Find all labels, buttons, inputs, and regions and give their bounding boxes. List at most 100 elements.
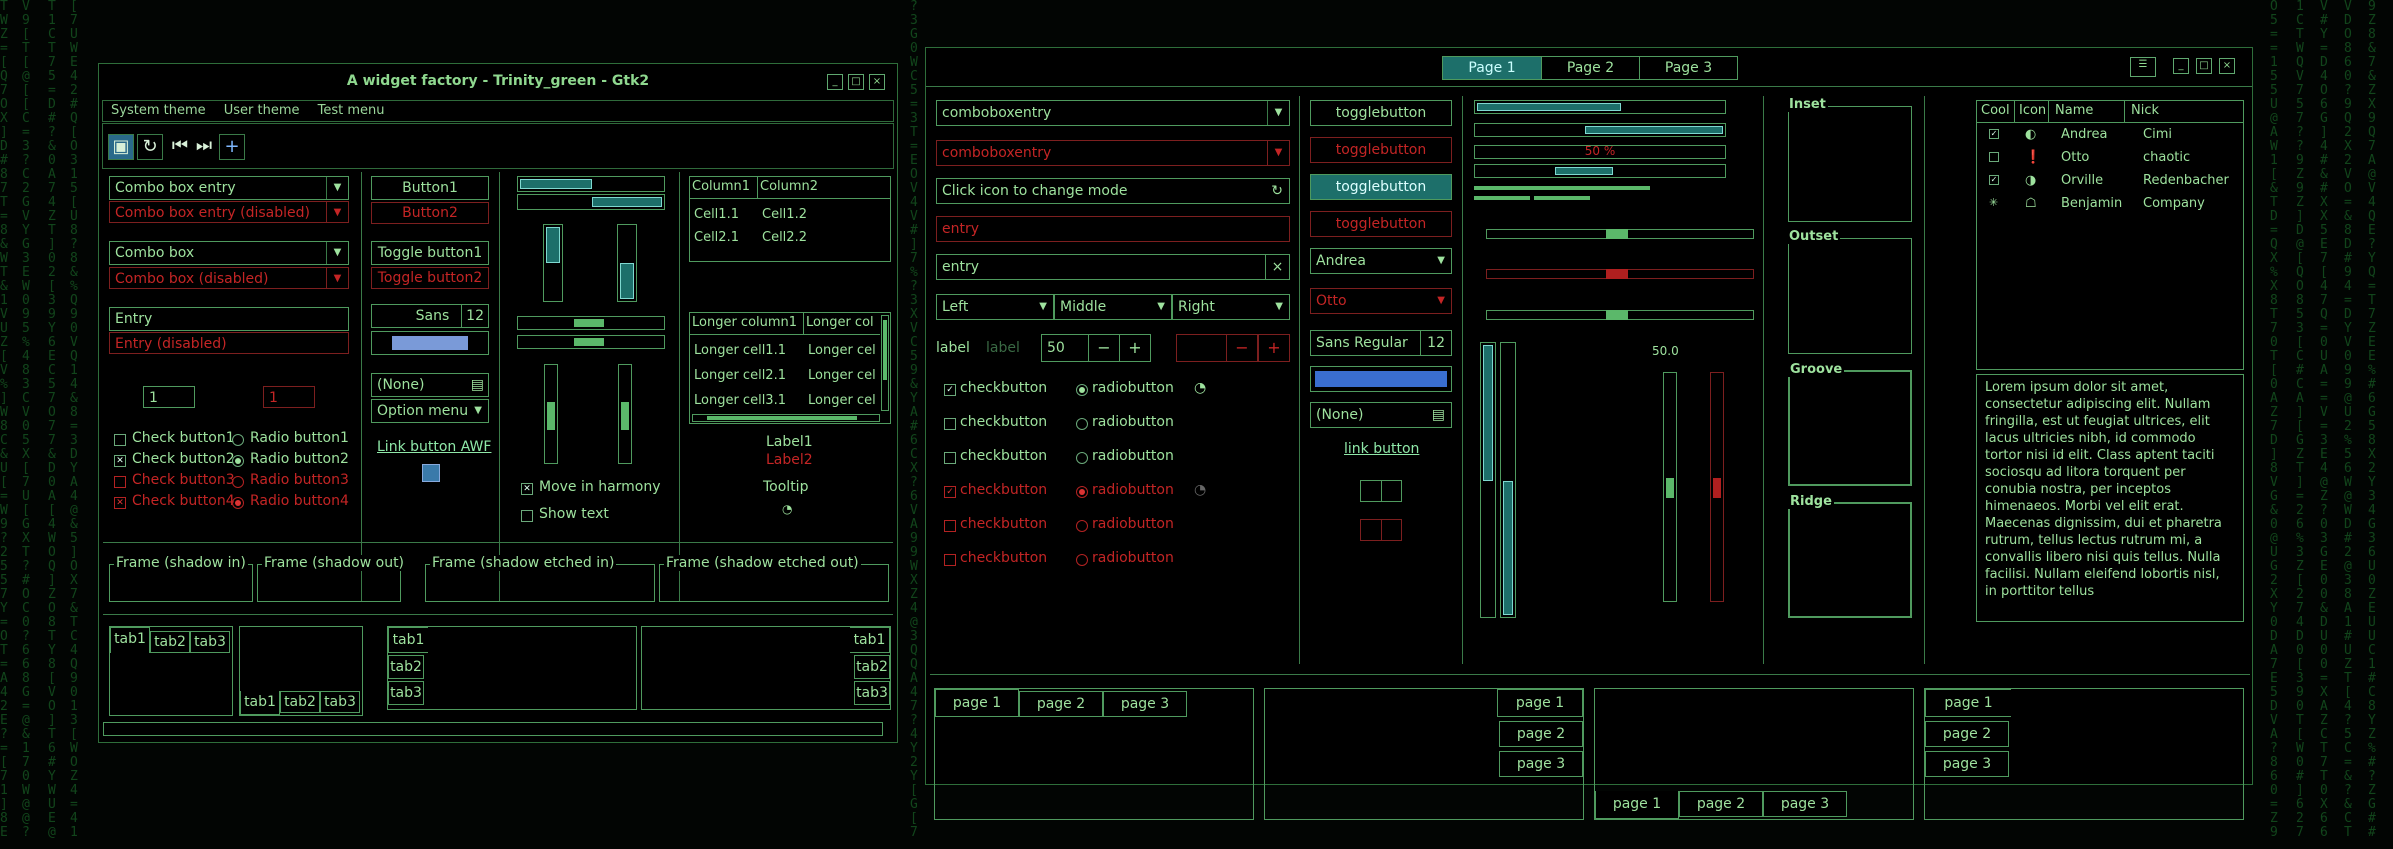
tab-page-2[interactable]: Page 2 — [1541, 57, 1639, 79]
minimize-button[interactable]: _ — [827, 74, 843, 90]
menu-user-theme[interactable]: User theme — [224, 103, 300, 118]
table-cell[interactable]: Longer cell3.1 — [694, 393, 786, 408]
maximize-button[interactable]: □ — [2196, 58, 2212, 74]
notebook-tab-page3[interactable]: page 3 — [1925, 751, 2009, 777]
chevron-down-icon[interactable]: ▼ — [326, 177, 348, 199]
check-button2-box[interactable]: ✕ — [114, 455, 126, 467]
file-chooser-button[interactable]: (None) ▤ — [1310, 402, 1452, 428]
notebook-tab-page1[interactable]: page 1 — [1595, 791, 1679, 819]
table-cell[interactable]: Longer cel — [808, 343, 878, 358]
table-cell[interactable]: Cell2.2 — [762, 230, 807, 245]
tab1[interactable]: tab1 — [240, 691, 280, 715]
align-middle-combo[interactable]: Middle ▼ — [1054, 294, 1172, 320]
notebook-tab-page3[interactable]: page 3 — [1103, 691, 1187, 717]
tab3[interactable]: tab3 — [854, 681, 890, 705]
tab3[interactable]: tab3 — [388, 681, 424, 705]
tree-header-nick[interactable]: Nick — [2125, 101, 2243, 123]
notebook-tab-page1[interactable]: page 1 — [1925, 689, 2011, 717]
chevron-down-icon[interactable]: ▼ — [326, 242, 348, 264]
clear-icon[interactable]: × — [1265, 255, 1289, 279]
radiobutton-selected[interactable] — [1076, 384, 1088, 396]
tab2[interactable]: tab2 — [280, 691, 320, 713]
check-button1-box[interactable] — [114, 434, 126, 446]
tree-row-nick[interactable]: Redenbacher — [2143, 173, 2229, 188]
col2-header[interactable]: Longer col — [804, 313, 880, 335]
text-view[interactable]: Lorem ipsum dolor sit amet, consectetur … — [1976, 374, 2244, 622]
tab-page-1[interactable]: Page 1 — [1443, 57, 1541, 79]
tree-header-name[interactable]: Name — [2049, 101, 2125, 123]
radio-button1[interactable] — [232, 434, 244, 446]
menu-icon[interactable]: ☰ — [2130, 57, 2156, 77]
notebook-tab-page1[interactable]: page 1 — [1497, 689, 1583, 717]
tab2[interactable]: tab2 — [854, 655, 890, 679]
horizontal-scale-top[interactable] — [517, 176, 665, 192]
tree-row-check[interactable]: ✓ — [1989, 129, 1999, 139]
link-button-awf[interactable]: Link button AWF — [377, 439, 491, 455]
notebook-tab-page2[interactable]: page 2 — [1925, 721, 2009, 747]
tree-row-nick[interactable]: Cimi — [2143, 127, 2172, 142]
table-cell[interactable]: Cell2.1 — [694, 230, 739, 245]
tab1[interactable]: tab1 — [850, 627, 890, 653]
tab2[interactable]: tab2 — [150, 631, 190, 653]
hscrollbar-top[interactable] — [517, 316, 665, 330]
tab2[interactable]: tab2 — [388, 655, 424, 679]
tab3[interactable]: tab3 — [320, 691, 360, 713]
menu-test[interactable]: Test menu — [318, 103, 385, 118]
first-icon[interactable]: ⏮ — [167, 134, 193, 160]
checkbutton-unchecked[interactable] — [944, 418, 956, 430]
vscrollbar-left[interactable] — [544, 364, 558, 464]
tooltip-label[interactable]: Tooltip — [763, 479, 808, 495]
refresh-icon[interactable]: ↻ — [137, 134, 163, 160]
tree-header-icon[interactable]: Icon — [2015, 101, 2049, 123]
menu-system-theme[interactable]: System theme — [111, 103, 206, 118]
combo-andrea[interactable]: Andrea ▼ — [1310, 248, 1452, 274]
refresh-icon[interactable]: ↻ — [1271, 179, 1283, 203]
scale-slider-marks[interactable] — [1606, 310, 1628, 320]
notebook-tab-page2[interactable]: page 2 — [1499, 721, 1583, 747]
tab1[interactable]: tab1 — [110, 627, 150, 653]
notebook-tab-page1[interactable]: page 1 — [935, 689, 1019, 717]
col1-header[interactable]: Column1 — [690, 177, 758, 199]
table-cell[interactable]: Longer cel — [808, 368, 878, 383]
align-right-combo[interactable]: Right ▼ — [1172, 294, 1290, 320]
notebook-tab-page3[interactable]: page 3 — [1499, 751, 1583, 777]
notebook-tab-page3[interactable]: page 3 — [1763, 791, 1847, 817]
file-chooser-button[interactable]: (None) ▤ — [371, 373, 489, 397]
combo-box-entry[interactable]: Combo box entry ▼ — [109, 176, 349, 200]
tree-row-name[interactable]: Andrea — [2061, 127, 2107, 142]
close-button[interactable]: × — [2219, 58, 2235, 74]
entry-field[interactable]: Entry — [109, 307, 349, 331]
close-button[interactable]: × — [869, 74, 885, 90]
col1-header[interactable]: Longer column1 — [690, 313, 804, 335]
notebook-tab-page2[interactable]: page 2 — [1019, 691, 1103, 717]
table-cell[interactable]: Longer cell2.1 — [694, 368, 786, 383]
table-cell[interactable]: Longer cell1.1 — [694, 343, 786, 358]
link-button[interactable]: link button — [1344, 441, 1419, 457]
scale-slider[interactable] — [1606, 229, 1628, 239]
vertical-scrollbar[interactable] — [881, 315, 889, 411]
togglebutton[interactable]: togglebutton — [1310, 100, 1452, 126]
togglebutton-active[interactable]: togglebutton — [1310, 174, 1452, 200]
toggle-button1[interactable]: Toggle button1 — [371, 241, 489, 265]
combo-box[interactable]: Combo box ▼ — [109, 241, 349, 265]
font-button[interactable]: Sans Regular 12 — [1310, 330, 1452, 356]
checkbutton-inconsistent[interactable] — [944, 452, 956, 464]
horizontal-scrollbar[interactable] — [692, 414, 880, 422]
save-icon[interactable]: ▣ — [108, 134, 134, 160]
button1[interactable]: Button1 — [371, 176, 489, 200]
tree-row-nick[interactable]: Company — [2143, 196, 2205, 211]
chevron-down-icon[interactable]: ▼ — [1267, 101, 1289, 125]
hscrollbar-bottom[interactable] — [517, 335, 665, 349]
col2-header[interactable]: Column2 — [758, 177, 890, 199]
vscrollbar-right[interactable] — [618, 364, 632, 464]
table-cell[interactable]: Longer cel — [808, 393, 878, 408]
align-left-combo[interactable]: Left ▼ — [936, 294, 1054, 320]
horizontal-scale-bottom[interactable] — [517, 194, 665, 210]
move-in-harmony-check[interactable]: ✕ — [521, 483, 533, 495]
checkbutton-checked[interactable]: ✓ — [944, 384, 956, 396]
vertical-scale-left[interactable] — [543, 224, 563, 302]
table-cell[interactable]: Cell1.2 — [762, 207, 807, 222]
tree-row-check[interactable] — [1989, 152, 1999, 162]
tree-row-name[interactable]: Benjamin — [2061, 196, 2122, 211]
vertical-scale[interactable] — [1663, 372, 1677, 602]
